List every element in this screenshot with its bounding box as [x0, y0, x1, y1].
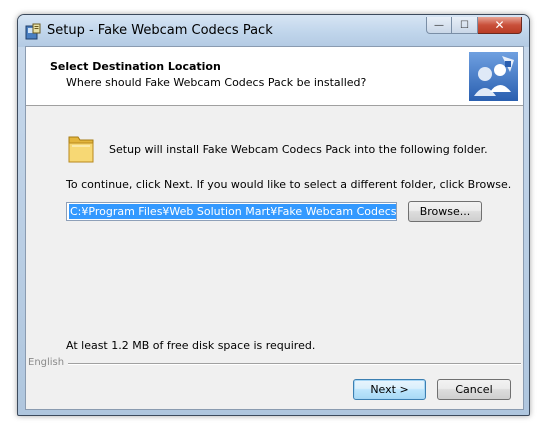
destination-path-input[interactable]: C:¥Program Files¥Web Solution Mart¥Fake …	[66, 202, 397, 221]
setup-window: Setup - Fake Webcam Codecs Pack — ☐ ✕ Se…	[17, 14, 530, 416]
destination-path-value: C:¥Program Files¥Web Solution Mart¥Fake …	[69, 204, 396, 219]
maximize-icon: ☐	[460, 19, 469, 31]
language-label: English	[28, 357, 69, 368]
next-button[interactable]: Next >	[353, 379, 426, 400]
setup-app-icon	[25, 23, 41, 40]
minimize-icon: —	[434, 19, 444, 31]
browse-button[interactable]: Browse...	[408, 201, 482, 222]
maximize-button[interactable]: ☐	[452, 17, 478, 34]
page-subtitle: Where should Fake Webcam Codecs Pack be …	[66, 76, 367, 89]
intro-text: Setup will install Fake Webcam Codecs Pa…	[109, 143, 488, 156]
close-button[interactable]: ✕	[478, 17, 522, 34]
minimize-button[interactable]: —	[426, 17, 452, 34]
window-title: Setup - Fake Webcam Codecs Pack	[47, 23, 273, 38]
continue-instructions: To continue, click Next. If you would li…	[66, 178, 512, 191]
cancel-button[interactable]: Cancel	[437, 379, 511, 400]
dialog-client-area: Select Destination Location Where should…	[25, 46, 524, 410]
disk-space-text: At least 1.2 MB of free disk space is re…	[66, 339, 316, 352]
footer-separator	[28, 363, 521, 365]
caption-buttons: — ☐ ✕	[426, 17, 522, 35]
wizard-header-icon	[469, 52, 518, 101]
folder-icon	[68, 136, 94, 163]
title-bar[interactable]: Setup - Fake Webcam Codecs Pack — ☐ ✕	[18, 15, 529, 47]
close-icon: ✕	[494, 18, 505, 32]
wizard-header: Select Destination Location Where should…	[26, 47, 523, 106]
page-title: Select Destination Location	[50, 60, 221, 73]
